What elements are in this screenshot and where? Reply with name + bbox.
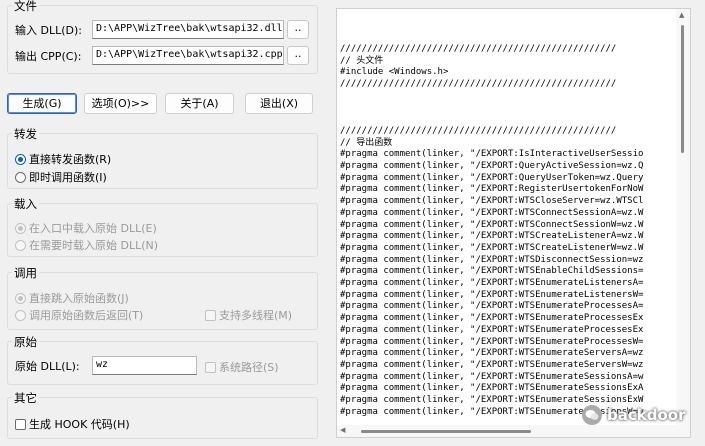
output-cpp-field[interactable]: D:\APP\WizTree\bak\wtsapi32.cpp: [92, 46, 284, 65]
horizontal-scrollbar[interactable]: ◀: [337, 425, 678, 437]
radio-unselected-icon: [15, 239, 26, 251]
code-line: // 头文件: [340, 55, 384, 66]
browse-output-button[interactable]: ..: [287, 46, 309, 65]
radio-return-after-call-label: 调用原始函数后返回(T): [29, 309, 144, 322]
code-line: // 导出函数: [340, 137, 393, 148]
code-editor[interactable]: ////////////////////////////////////////…: [336, 8, 691, 438]
radio-direct-forward[interactable]: 直接转发函数(R): [15, 151, 111, 167]
checkbox-icon: [205, 309, 216, 321]
checkbox-system-path-label: 系统路径(S): [219, 361, 279, 374]
vertical-scrollbar[interactable]: ▲: [676, 9, 690, 437]
radio-selected-icon: [15, 292, 26, 304]
code-line: #pragma comment(linker, "/EXPORT:WTSEnum…: [340, 313, 644, 324]
original-dll-label: 原始 DLL(L):: [15, 360, 80, 373]
input-dll-field[interactable]: D:\APP\WizTree\bak\wtsapi32.dll: [92, 20, 284, 39]
options-button[interactable]: 选项(O)>>: [84, 93, 157, 114]
input-dll-label: 输入 DLL(D):: [15, 24, 82, 37]
radio-return-after-call[interactable]: 调用原始函数后返回(T): [15, 307, 143, 323]
radio-direct-forward-label: 直接转发函数(R): [29, 153, 112, 166]
code-line: ////////////////////////////////////////…: [340, 79, 617, 90]
radio-load-at-entry[interactable]: 在入口中载入原始 DLL(E): [15, 220, 157, 236]
code-line: #pragma comment(linker, "/EXPORT:WTSEnum…: [340, 324, 644, 335]
load-group-title: 载入: [12, 196, 39, 212]
code-line: #pragma comment(linker, "/EXPORT:Registe…: [340, 184, 644, 195]
scroll-up-icon[interactable]: ▲: [679, 11, 684, 19]
code-line: #pragma comment(linker, "/EXPORT:WTSEnum…: [340, 371, 644, 382]
generate-button[interactable]: 生成(G): [7, 93, 77, 114]
exit-button[interactable]: 退出(X): [245, 93, 313, 114]
vertical-scroll-thumb[interactable]: [681, 25, 684, 153]
checkbox-hook-code[interactable]: 生成 HOOK 代码(H): [15, 416, 130, 432]
code-line: #pragma comment(linker, "/EXPORT:WTSCrea…: [340, 231, 644, 242]
original-group-title: 原始: [12, 334, 39, 350]
radio-immediate-call[interactable]: 即时调用函数(I): [15, 169, 107, 185]
code-line: #pragma comment(linker, "/EXPORT:WTSDisc…: [340, 254, 644, 265]
checkbox-system-path[interactable]: 系统路径(S): [205, 359, 279, 375]
code-line: #pragma comment(linker, "/EXPORT:WTSEnum…: [340, 348, 644, 359]
code-line: #pragma comment(linker, "/EXPORT:WTSConn…: [340, 207, 644, 218]
original-dll-field[interactable]: wz: [92, 356, 197, 375]
checkbox-multithread-label: 支持多线程(M): [219, 309, 293, 322]
radio-jump-original-label: 直接跳入原始函数(J): [29, 292, 129, 305]
radio-unselected-icon: [15, 171, 26, 183]
watermark-text: backdoor: [607, 406, 686, 424]
radio-jump-original[interactable]: 直接跳入原始函数(J): [15, 290, 129, 306]
radio-load-on-demand-label: 在需要时载入原始 DLL(N): [29, 239, 159, 252]
code-line: #pragma comment(linker, "/EXPORT:WTSEnum…: [340, 278, 644, 289]
browse-input-button[interactable]: ..: [287, 20, 309, 39]
code-line: #pragma comment(linker, "/EXPORT:IsInter…: [340, 149, 644, 160]
code-line: #include <Windows.h>: [340, 67, 449, 78]
horizontal-scroll-thumb[interactable]: [361, 430, 531, 433]
scroll-left-icon[interactable]: ◀: [340, 426, 345, 434]
code-line: #pragma comment(linker, "/EXPORT:WTSEnum…: [340, 359, 644, 370]
code-line: #pragma comment(linker, "/EXPORT:WTSConn…: [340, 219, 644, 230]
radio-unselected-icon: [15, 309, 26, 321]
radio-selected-icon: [15, 153, 26, 165]
checkbox-hook-code-label: 生成 HOOK 代码(H): [29, 418, 130, 431]
code-line: #pragma comment(linker, "/EXPORT:WTSEnab…: [340, 266, 644, 277]
file-group-title: 文件: [12, 0, 39, 14]
code-line: #pragma comment(linker, "/EXPORT:WTSClos…: [340, 196, 644, 207]
about-button[interactable]: 关于(A): [165, 93, 234, 114]
output-cpp-label: 输出 CPP(C):: [15, 50, 82, 63]
radio-load-on-demand[interactable]: 在需要时载入原始 DLL(N): [15, 237, 158, 253]
radio-load-at-entry-label: 在入口中载入原始 DLL(E): [29, 222, 157, 235]
code-line: ////////////////////////////////////////…: [340, 44, 617, 54]
code-content: ////////////////////////////////////////…: [340, 44, 673, 419]
forward-group-title: 转发: [12, 126, 39, 142]
wechat-icon: [582, 405, 602, 425]
code-line: #pragma comment(linker, "/EXPORT:WTSEnum…: [340, 289, 644, 300]
call-group-title: 调用: [12, 265, 39, 281]
code-line: #pragma comment(linker, "/EXPORT:WTSEnum…: [340, 301, 644, 312]
code-line: #pragma comment(linker, "/EXPORT:QueryAc…: [340, 161, 644, 172]
code-line: #pragma comment(linker, "/EXPORT:WTSEnum…: [340, 336, 644, 347]
code-line: #pragma comment(linker, "/EXPORT:WTSCrea…: [340, 242, 644, 253]
checkbox-icon: [205, 361, 216, 373]
watermark: backdoor: [582, 405, 685, 425]
checkbox-multithread[interactable]: 支持多线程(M): [205, 307, 292, 323]
other-group-title: 其它: [12, 390, 39, 406]
code-line: ////////////////////////////////////////…: [340, 125, 617, 136]
radio-selected-icon: [15, 222, 26, 234]
checkbox-icon: [15, 418, 26, 430]
radio-immediate-call-label: 即时调用函数(I): [29, 171, 107, 184]
code-line: #pragma comment(linker, "/EXPORT:QueryUs…: [340, 172, 644, 183]
code-line: #pragma comment(linker, "/EXPORT:WTSEnum…: [340, 383, 644, 394]
